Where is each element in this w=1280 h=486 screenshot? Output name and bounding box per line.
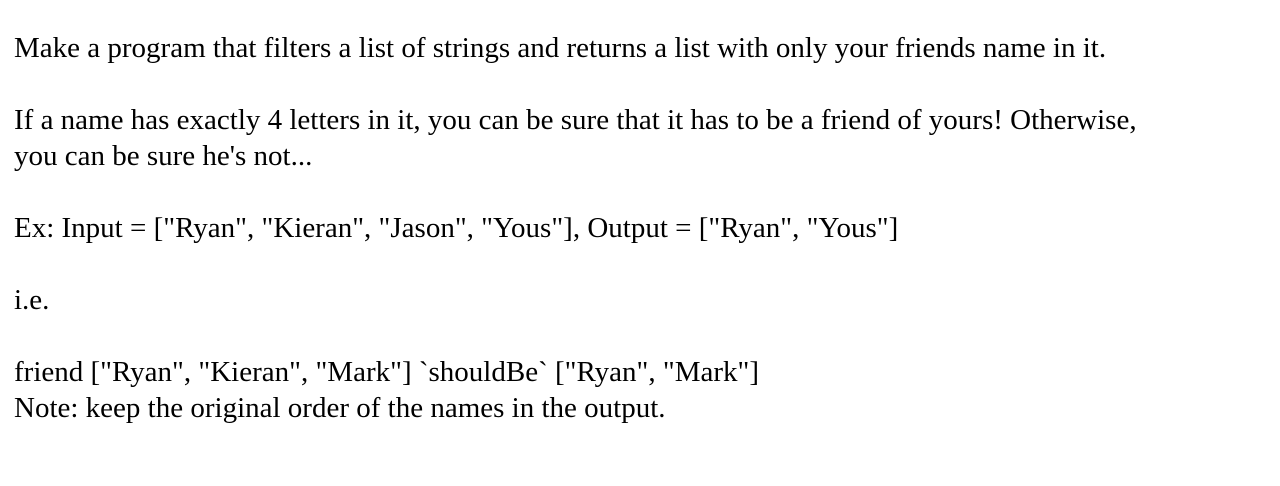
example-text: Ex: Input = ["Ryan", "Kieran", "Jason", … xyxy=(14,212,899,244)
rule-line-1: If a name has exactly 4 letters in it, y… xyxy=(14,104,1137,136)
problem-description: Make a program that filters a list of st… xyxy=(14,30,1266,426)
rule-line-2: you can be sure he's not... xyxy=(14,140,313,172)
code-line: friend ["Ryan", "Kieran", "Mark"] `shoul… xyxy=(14,356,760,388)
ie-text: i.e. xyxy=(14,284,50,316)
note-text: Note: keep the original order of the nam… xyxy=(14,392,666,424)
rule-text: If a name has exactly 4 letters in it, y… xyxy=(14,102,1266,174)
code-example: friend ["Ryan", "Kieran", "Mark"] `shoul… xyxy=(14,354,1266,426)
intro-text: Make a program that filters a list of st… xyxy=(14,32,1107,64)
